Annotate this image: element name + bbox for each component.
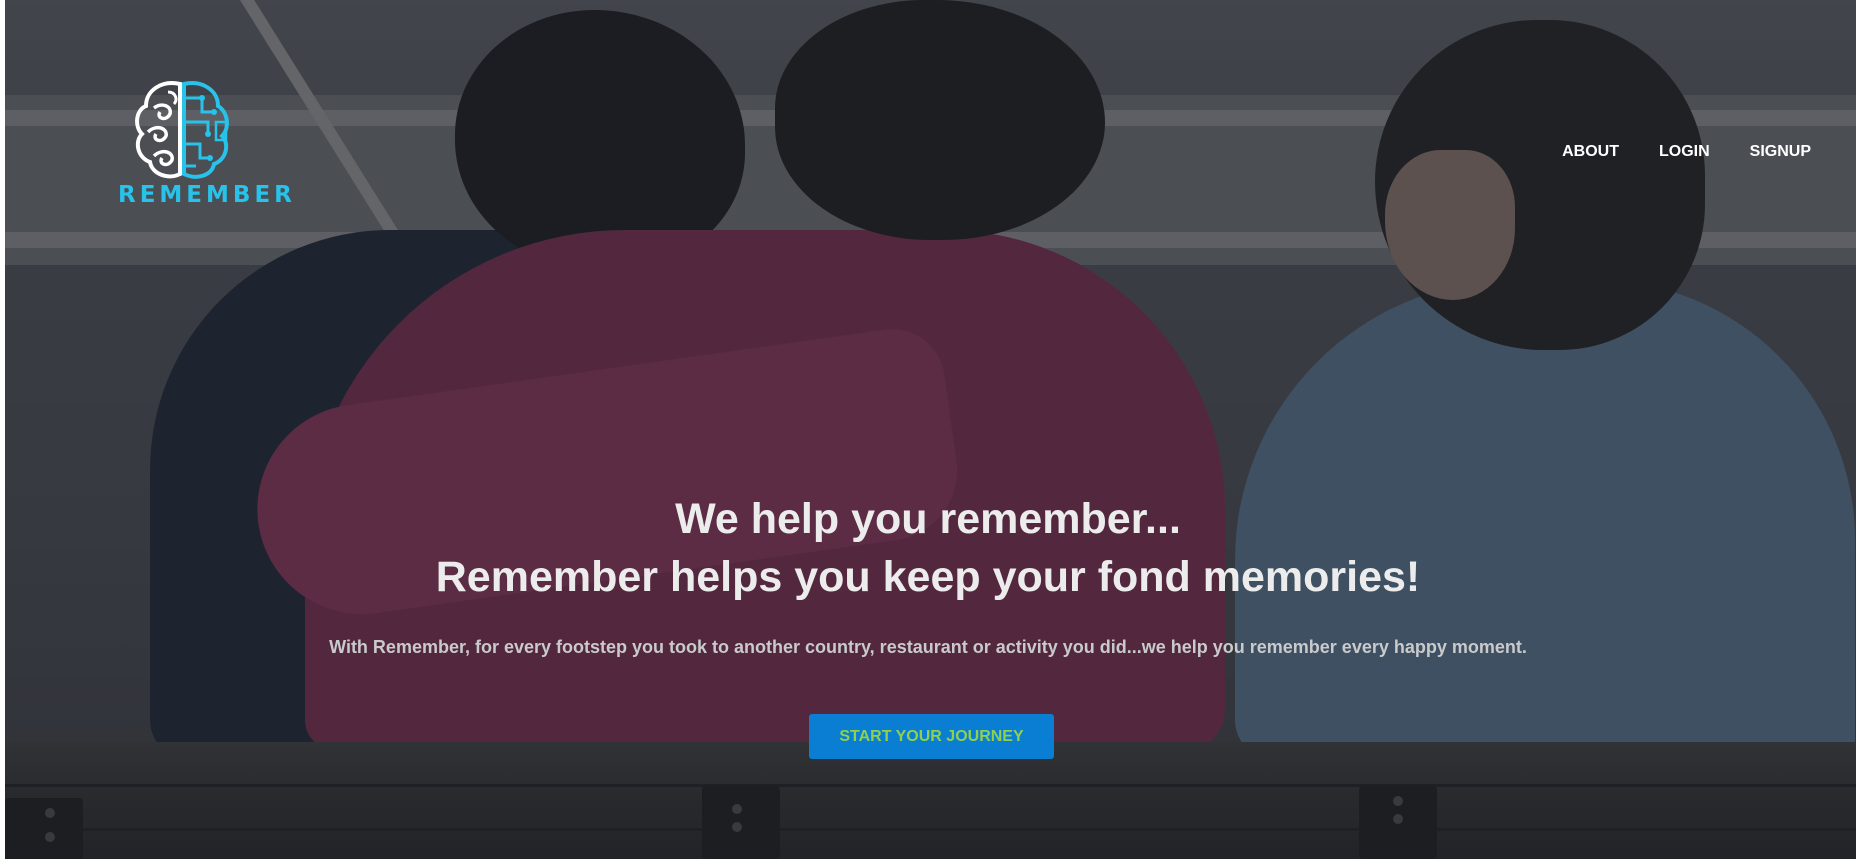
nav-login-link[interactable]: LOGIN bbox=[1659, 143, 1710, 161]
top-nav: ABOUT LOGIN SIGNUP bbox=[1522, 143, 1811, 161]
hero-heading-line2: Remember helps you keep your fond memori… bbox=[435, 553, 1421, 601]
brand-logo[interactable]: REMEMBER bbox=[110, 78, 292, 213]
brain-circuit-icon bbox=[135, 81, 229, 179]
brand-name: REMEMBER bbox=[118, 182, 296, 208]
nav-signup-link[interactable]: SIGNUP bbox=[1750, 143, 1811, 161]
hero-heading-line1: We help you remember... bbox=[675, 495, 1181, 543]
hero-subheading: With Remember, for every footstep you to… bbox=[329, 637, 1527, 657]
nav-about-link[interactable]: ABOUT bbox=[1562, 143, 1619, 161]
start-journey-button[interactable]: START YOUR JOURNEY bbox=[809, 714, 1054, 759]
